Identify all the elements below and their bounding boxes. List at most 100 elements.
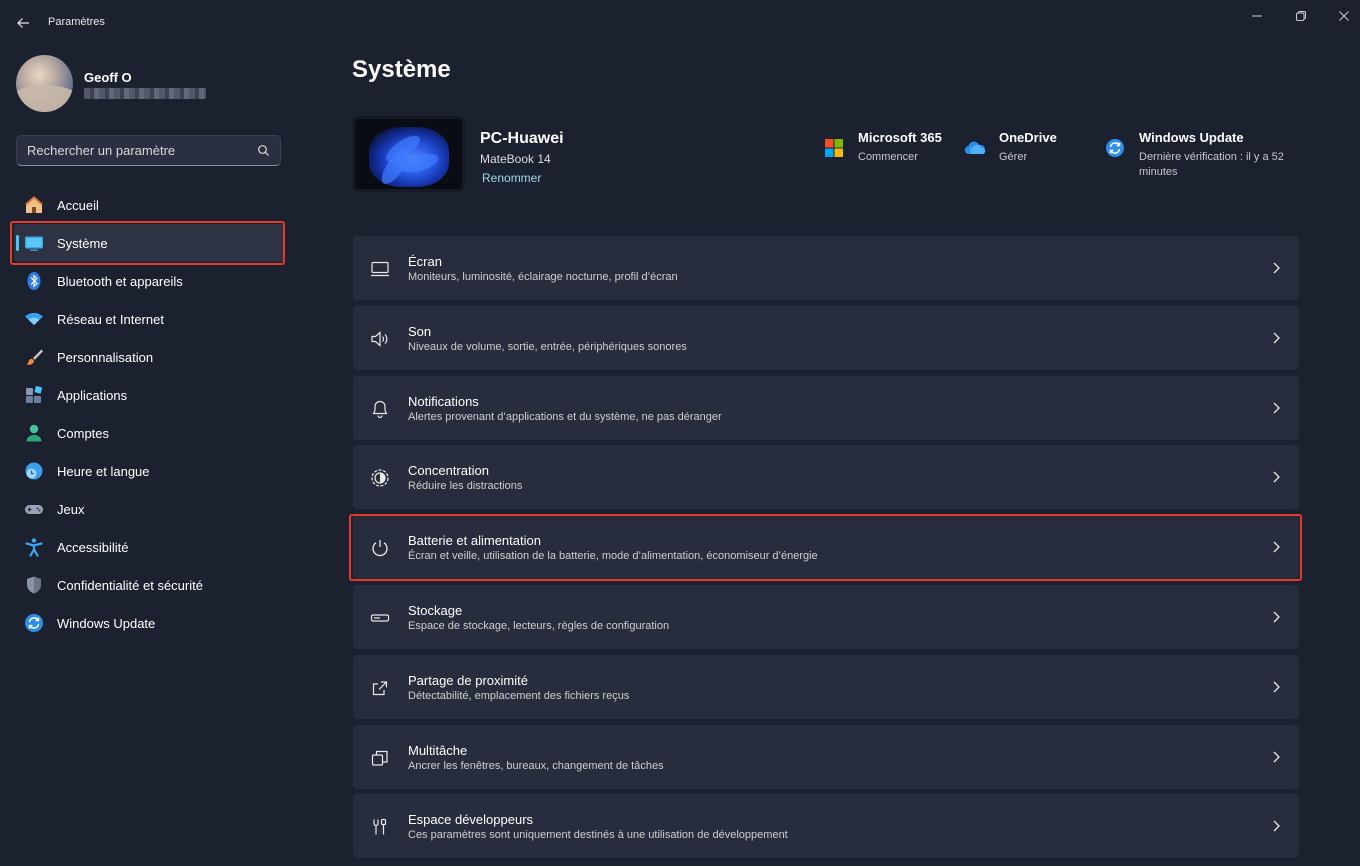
sync-icon xyxy=(1104,137,1126,159)
settings-row-subtitle: Réduire les distractions xyxy=(408,480,523,493)
page-title: Système xyxy=(352,56,451,83)
settings-row-subtitle: Moniteurs, luminosité, éclairage nocturn… xyxy=(408,271,678,283)
settings-row-subtitle: Niveaux de volume, sortie, entrée, périp… xyxy=(408,340,687,353)
microsoft-logo-icon xyxy=(823,137,845,159)
settings-row-title: Multitâche xyxy=(408,742,468,758)
settings-row-multitache[interactable]: Multitâche Ancrer les fenêtres, bureaux,… xyxy=(353,724,1299,789)
chevron-right-icon xyxy=(1270,680,1282,694)
settings-row-subtitle: Détectabilité, emplacement des fichiers … xyxy=(408,689,630,702)
settings-row-title: Batterie et alimentation xyxy=(408,533,541,549)
minimize-button[interactable] xyxy=(1242,6,1272,26)
settings-row-son[interactable]: Son Niveaux de volume, sortie, entrée, p… xyxy=(353,305,1299,370)
quick-link-subtitle: Gérer xyxy=(999,151,1028,163)
sidebar-item-label: Windows Update xyxy=(57,616,156,631)
chevron-right-icon xyxy=(1270,261,1282,275)
settings-row-notifications[interactable]: Notifications Alertes provenant d’applic… xyxy=(353,375,1299,440)
search-icon[interactable] xyxy=(257,144,270,162)
tools-icon xyxy=(369,816,391,838)
active-indicator xyxy=(16,235,19,251)
avatar xyxy=(16,55,73,112)
share-icon xyxy=(369,677,391,699)
user-profile[interactable]: Geoff O xyxy=(16,55,316,115)
settings-row-title: Notifications xyxy=(408,393,479,409)
profile-email-redacted xyxy=(84,88,206,99)
device-name: PC-Huawei xyxy=(480,130,564,147)
speaker-icon xyxy=(369,328,391,350)
storage-icon xyxy=(369,607,391,629)
shield-icon xyxy=(24,575,44,595)
sidebar-item-label: Accueil xyxy=(57,198,99,213)
restore-icon xyxy=(1296,11,1306,21)
display-icon xyxy=(369,258,391,280)
sidebar-item-label: Réseau et Internet xyxy=(57,312,164,327)
settings-row-developpeurs[interactable]: Espace développeurs Ces paramètres sont … xyxy=(353,794,1299,859)
settings-row-title: Stockage xyxy=(408,602,463,618)
sidebar-item-confidentialite[interactable]: Confidentialité et sécurité xyxy=(14,566,284,604)
sidebar-item-bluetooth[interactable]: Bluetooth et appareils xyxy=(14,262,284,300)
sidebar-item-jeux[interactable]: Jeux xyxy=(14,490,284,528)
settings-row-subtitle: Ces paramètres sont uniquement destinés … xyxy=(408,829,788,842)
close-button[interactable] xyxy=(1329,6,1359,26)
settings-row-batterie[interactable]: Batterie et alimentation Écran et veille… xyxy=(353,515,1299,580)
sync-icon xyxy=(24,613,44,633)
rename-link[interactable]: Renommer xyxy=(482,171,541,185)
sidebar-item-label: Bluetooth et appareils xyxy=(57,274,183,289)
sidebar-item-label: Comptes xyxy=(57,426,110,441)
chevron-right-icon xyxy=(1270,750,1282,764)
quick-link-title: Microsoft 365 xyxy=(858,130,942,145)
multitask-icon xyxy=(369,747,391,769)
sidebar-item-systeme[interactable]: Système xyxy=(14,224,284,262)
restore-button[interactable] xyxy=(1286,6,1316,26)
settings-row-concentration[interactable]: Concentration Réduire les distractions xyxy=(353,445,1299,510)
settings-row-subtitle: Ancrer les fenêtres, bureaux, changement… xyxy=(408,759,664,772)
minimize-icon xyxy=(1252,15,1262,17)
focus-icon xyxy=(369,467,391,489)
sidebar-item-accessibilite[interactable]: Accessibilité xyxy=(14,528,284,566)
sidebar-item-reseau[interactable]: Réseau et Internet xyxy=(14,300,284,338)
settings-list: Écran Moniteurs, luminosité, éclairage n… xyxy=(353,236,1299,864)
settings-row-partage[interactable]: Partage de proximité Détectabilité, empl… xyxy=(353,654,1299,719)
cloud-icon xyxy=(964,137,986,159)
settings-row-title: Concentration xyxy=(408,463,489,479)
settings-row-title: Écran xyxy=(408,254,442,269)
bell-icon xyxy=(369,398,391,420)
settings-row-subtitle: Espace de stockage, lecteurs, règles de … xyxy=(408,619,670,632)
quick-link-title: Windows Update xyxy=(1139,130,1244,145)
sidebar-item-label: Jeux xyxy=(57,502,85,517)
bluetooth-icon xyxy=(24,271,44,291)
sidebar-item-heure-langue[interactable]: Heure et langue xyxy=(14,452,284,490)
sidebar-item-label: Accessibilité xyxy=(57,540,129,555)
chevron-right-icon xyxy=(1270,401,1282,415)
apps-icon xyxy=(24,385,44,405)
settings-row-ecran[interactable]: Écran Moniteurs, luminosité, éclairage n… xyxy=(353,236,1299,300)
device-model: MateBook 14 xyxy=(480,152,551,166)
sidebar-item-label: Système xyxy=(57,236,108,251)
chevron-right-icon xyxy=(1270,540,1282,554)
sidebar-item-comptes[interactable]: Comptes xyxy=(14,414,284,452)
sidebar-item-label: Applications xyxy=(57,388,128,403)
sidebar-item-accueil[interactable]: Accueil xyxy=(14,186,284,224)
home-icon xyxy=(24,195,44,215)
quick-link-windows-update[interactable]: Windows Update Dernière vérification : i… xyxy=(1104,130,1304,180)
quick-link-onedrive[interactable]: OneDrive Gérer xyxy=(964,130,1104,180)
search-input[interactable] xyxy=(17,136,247,165)
sidebar-item-windows-update[interactable]: Windows Update xyxy=(14,604,284,642)
settings-row-title: Partage de proximité xyxy=(408,672,528,688)
settings-row-subtitle: Écran et veille, utilisation de la batte… xyxy=(408,550,818,563)
quick-link-subtitle: Commencer xyxy=(858,151,918,163)
gamepad-icon xyxy=(24,499,44,519)
sidebar-item-applications[interactable]: Applications xyxy=(14,376,284,414)
sidebar-nav: Accueil Système Bluetooth et appareils R… xyxy=(14,186,284,642)
brush-icon xyxy=(24,347,44,367)
search-box[interactable] xyxy=(16,135,281,166)
sidebar-item-personnalisation[interactable]: Personnalisation xyxy=(14,338,284,376)
quick-link-subtitle: Dernière vérification : il y a 52 minute… xyxy=(1139,151,1284,178)
back-button[interactable] xyxy=(12,12,34,34)
settings-row-title: Espace développeurs xyxy=(408,812,534,828)
title-bar: Paramètres xyxy=(0,0,1360,44)
quick-link-microsoft-365[interactable]: Microsoft 365 Commencer xyxy=(823,130,963,180)
close-icon xyxy=(1339,11,1349,21)
arrow-left-icon xyxy=(17,18,29,28)
chevron-right-icon xyxy=(1270,331,1282,345)
settings-row-stockage[interactable]: Stockage Espace de stockage, lecteurs, r… xyxy=(353,584,1299,649)
